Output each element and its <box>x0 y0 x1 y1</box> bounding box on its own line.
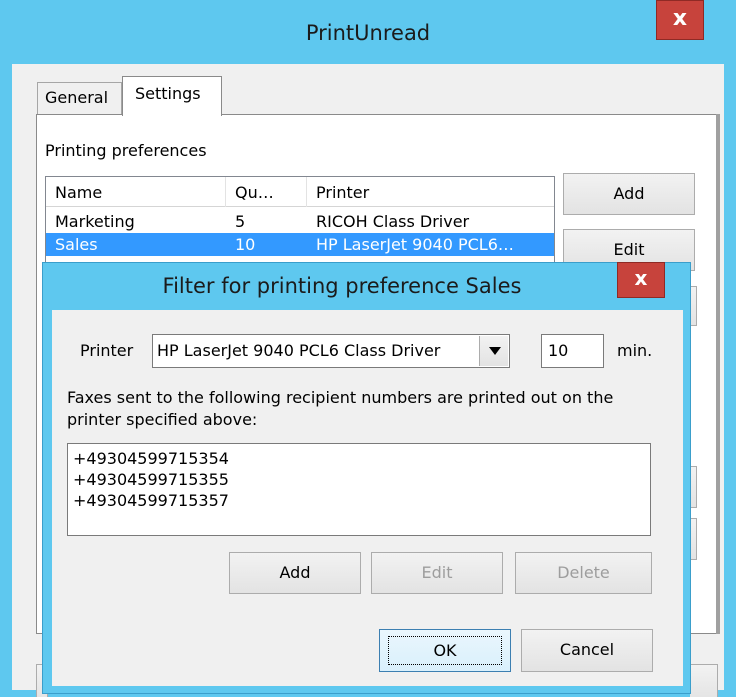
row-interval: 5 <box>235 212 246 231</box>
list-item[interactable]: +49304599715354 <box>73 448 229 469</box>
row-printer: HP LaserJet 9040 PCL6… <box>316 235 514 254</box>
filter-dialog-title: Filter for printing preference Sales <box>162 274 522 298</box>
column-header-printer[interactable]: Printer <box>307 177 554 207</box>
add-preference-button[interactable]: Add <box>563 173 695 215</box>
chevron-down-icon <box>489 347 501 355</box>
printer-select[interactable]: HP LaserJet 9040 PCL6 Class Driver <box>152 334 510 368</box>
close-icon: x <box>672 6 688 31</box>
ok-button-label: OK <box>388 636 502 665</box>
list-row-marketing[interactable]: Marketing 5 RICOH Class Driver <box>46 210 554 233</box>
row-name: Marketing <box>55 212 135 231</box>
row-printer: RICOH Class Driver <box>316 212 470 231</box>
row-interval: 10 <box>235 235 256 254</box>
main-window-close-button[interactable]: x <box>656 0 704 40</box>
column-header-queue[interactable]: Qu… <box>226 177 307 207</box>
dialog-close-button[interactable]: x <box>617 262 665 298</box>
printer-label: Printer <box>80 341 134 360</box>
interval-unit-label: min. <box>617 341 653 360</box>
tab-settings[interactable]: Settings <box>122 76 222 116</box>
recipient-numbers-list[interactable]: +49304599715354 +49304599715355 +4930459… <box>67 443 651 536</box>
main-window-title: PrintUnread <box>305 21 431 45</box>
list-header: Name Qu… Printer <box>46 177 554 207</box>
edit-number-button[interactable]: Edit <box>371 552 503 594</box>
list-item[interactable]: +49304599715357 <box>73 490 229 511</box>
printer-select-dropdown-button[interactable] <box>479 336 508 366</box>
panel-shadow <box>716 114 720 634</box>
list-item[interactable]: +49304599715355 <box>73 469 229 490</box>
row-name: Sales <box>55 235 98 254</box>
interval-input[interactable]: 10 <box>541 334 604 368</box>
tab-general[interactable]: General <box>37 82 122 114</box>
printing-preferences-label: Printing preferences <box>45 141 207 160</box>
column-header-name[interactable]: Name <box>46 177 226 207</box>
delete-number-button[interactable]: Delete <box>515 552 652 594</box>
close-icon: x <box>634 266 648 290</box>
cancel-button[interactable]: Cancel <box>521 629 653 672</box>
ok-button[interactable]: OK <box>379 629 511 672</box>
preferences-list[interactable]: Name Qu… Printer Marketing 5 RICOH Class… <box>45 176 555 266</box>
hidden-footer-button[interactable] <box>690 664 718 697</box>
list-row-sales[interactable]: Sales 10 HP LaserJet 9040 PCL6… <box>46 233 554 256</box>
add-number-button[interactable]: Add <box>229 552 361 594</box>
recipients-description: Faxes sent to the following recipient nu… <box>67 388 614 429</box>
